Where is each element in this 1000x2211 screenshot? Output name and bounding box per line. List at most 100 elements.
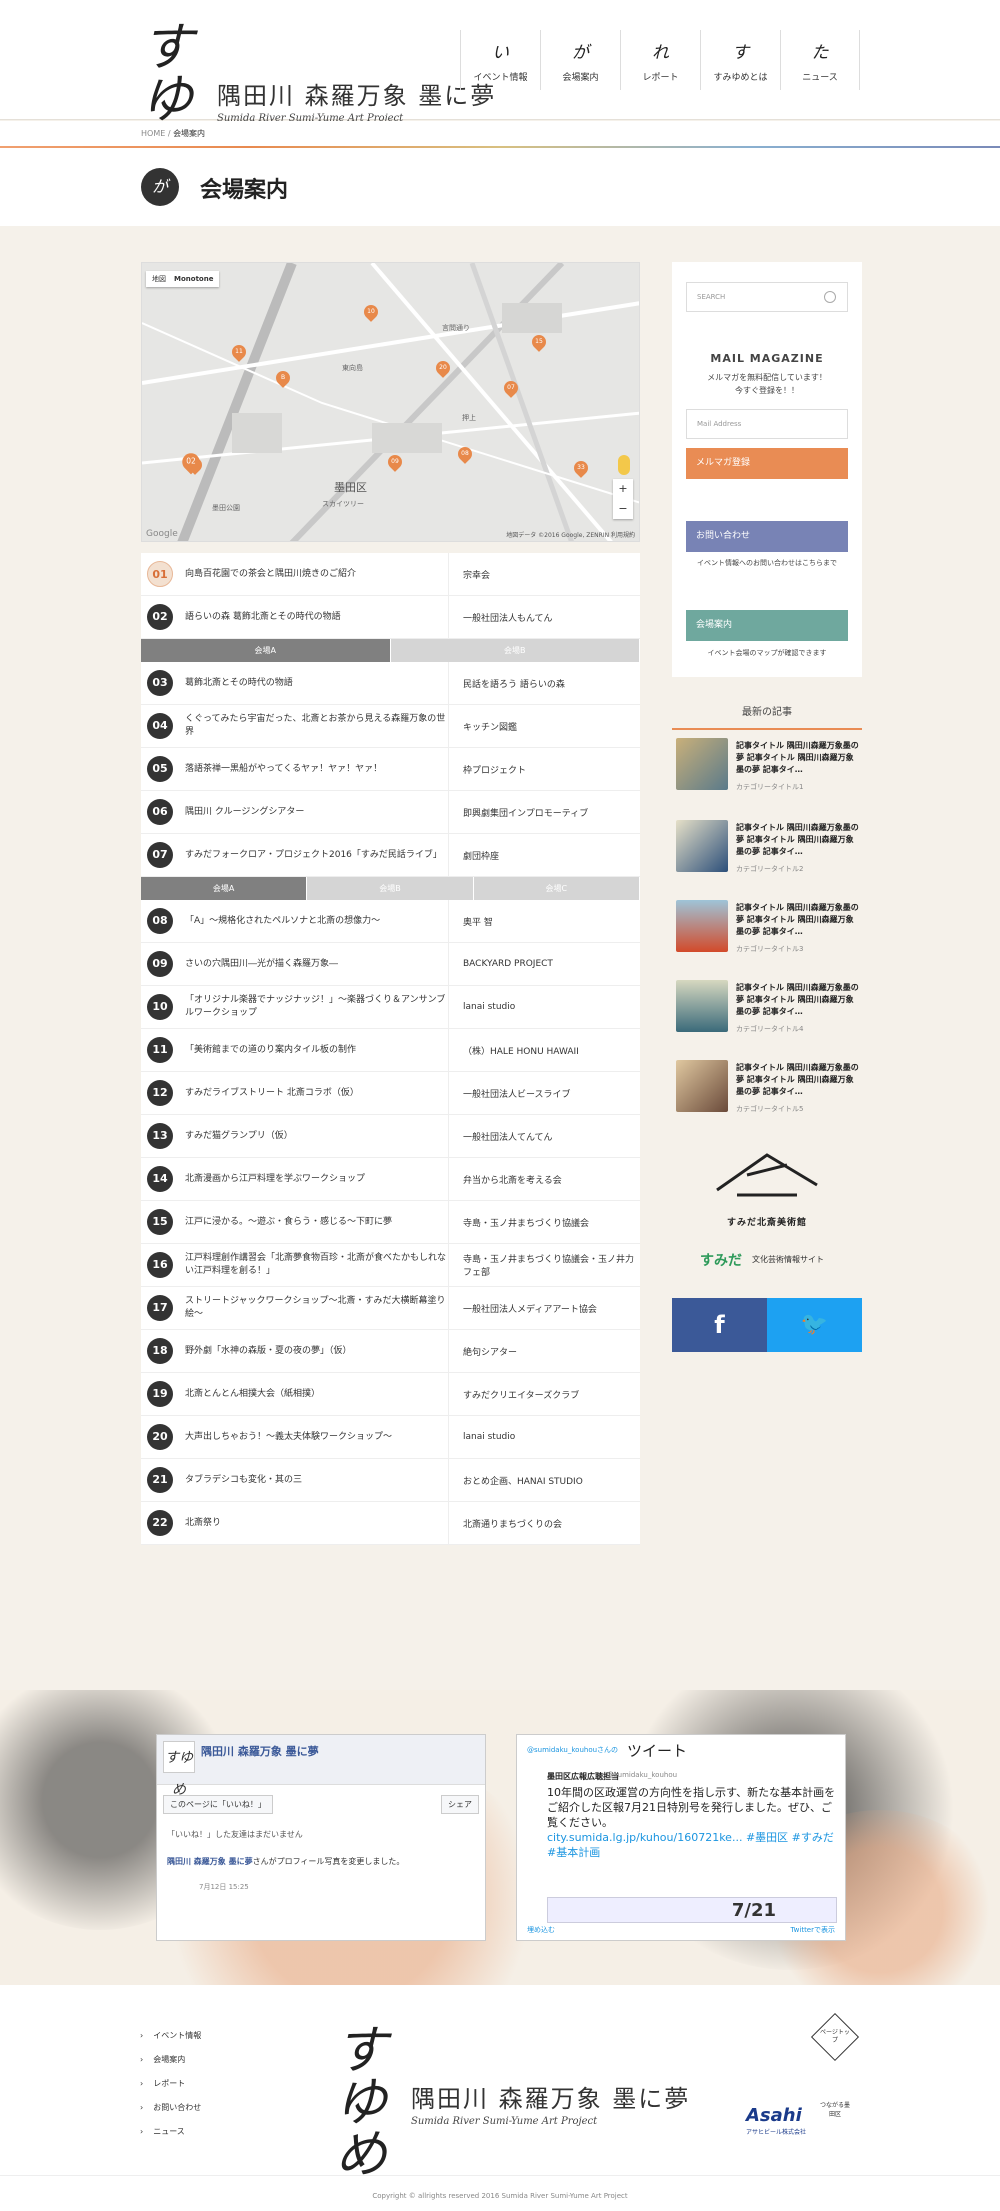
list-item[interactable]: 07 すみだフォークロア・プロジェクト2016「すみだ民話ライブ」 劇団枠座 bbox=[141, 833, 640, 877]
facebook-icon[interactable]: f bbox=[672, 1298, 767, 1352]
nav-item-report[interactable]: れレポート bbox=[620, 30, 700, 90]
pin-label: 07 bbox=[507, 384, 515, 391]
nav-item-about[interactable]: すすみゆめとは bbox=[700, 30, 780, 90]
footer-logo[interactable]: すゆめ 隅田川 森羅万象 墨に夢 Sumida River Sumi-Yume … bbox=[335, 2025, 690, 2181]
nav-item-events[interactable]: いイベント情報 bbox=[460, 30, 540, 90]
tweet-image[interactable]: 7/21 bbox=[547, 1897, 837, 1923]
map-area-label: 東向島 bbox=[342, 364, 363, 372]
list-item[interactable]: 03 葛飾北斎とその時代の物語 民話を語ろう 語らいの森 bbox=[141, 661, 640, 705]
list-item[interactable]: 19 北斎とんとん相撲大会（紙相撲） すみだクリエイターズクラブ bbox=[141, 1372, 640, 1416]
tw-widget-handle[interactable]: @sumidaku_kouhouさんの bbox=[527, 1745, 618, 1755]
street-view-icon[interactable] bbox=[618, 455, 630, 475]
search-icon[interactable] bbox=[824, 291, 836, 303]
map-type-label: 地図 bbox=[152, 275, 166, 283]
footer-link[interactable]: › レポート bbox=[140, 2078, 211, 2102]
footer-link[interactable]: › お問い合わせ bbox=[140, 2102, 211, 2126]
tweet-link[interactable]: city.sumida.lg.jp/kuhou/160721ke... bbox=[547, 1831, 742, 1844]
item-event: 北斎漫画から江戸料理を学ぶワークショップ bbox=[185, 1173, 366, 1184]
tab-venue-a[interactable]: 会場A bbox=[141, 639, 391, 662]
article-item[interactable]: 記事タイトル 隅田川森羅万象墨の夢 記事タイトル 隅田川森羅万象墨の夢 記事タイ… bbox=[676, 820, 862, 882]
fb-post-date[interactable]: 7月12日 15:25 bbox=[199, 1882, 249, 1892]
asahi-logo[interactable]: Asahi bbox=[746, 2105, 802, 2126]
map-type-control[interactable]: 地図 Monotone bbox=[146, 271, 220, 287]
list-item[interactable]: 05 落語茶禅一黒船がやってくるヤァ！ヤァ！ヤァ！ 枠プロジェクト bbox=[141, 747, 640, 791]
list-item[interactable]: 18 野外劇「水神の森版・夏の夜の夢」（仮） 絶句シアター bbox=[141, 1329, 640, 1373]
list-item[interactable]: 09 さいの穴隅田川―光が描く森羅万象― BACKYARD PROJECT bbox=[141, 942, 640, 986]
breadcrumb-current: 会場案内 bbox=[173, 129, 206, 138]
map-pin[interactable]: B bbox=[273, 368, 293, 388]
map-pin[interactable]: 09 bbox=[385, 452, 405, 472]
article-item[interactable]: 記事タイトル 隅田川森羅万象墨の夢 記事タイトル 隅田川森羅万象墨の夢 記事タイ… bbox=[676, 738, 862, 800]
list-item[interactable]: 15 江戸に浸かる。～遊ぶ・食らう・感じる～下町に夢 寺島・玉ノ井まちづくり協議会 bbox=[141, 1200, 640, 1244]
list-item[interactable]: 12 すみだライブストリート 北斎コラボ（仮） 一般社団法人ビースライブ bbox=[141, 1071, 640, 1115]
footer-link[interactable]: › イベント情報 bbox=[140, 2030, 211, 2054]
tw-author-handle[interactable]: @sumidaku_kouhou bbox=[607, 1771, 677, 1779]
fb-share-button[interactable]: シェア bbox=[441, 1795, 479, 1814]
tab-venue-c[interactable]: 会場C bbox=[473, 877, 640, 900]
list-item[interactable]: 17 ストリートジャックワークショップ～北斎・すみだ大横断幕塗り絵～ 一般社団法人メ… bbox=[141, 1286, 640, 1330]
list-item[interactable]: 06 隅田川 クルージングシアター 即興劇集団インプロモーティブ bbox=[141, 790, 640, 834]
venue-guide-button[interactable]: 会場案内 bbox=[686, 610, 848, 641]
twitter-icon[interactable]: 🐦 bbox=[767, 1298, 862, 1352]
facebook-widget[interactable]: すゆめ 隅田川 森羅万象 墨に夢 このページに「いいね！」 シェア 「いいね！」… bbox=[156, 1734, 486, 1941]
fb-post-author[interactable]: 隅田川 森羅万象 墨に夢 bbox=[167, 1857, 253, 1866]
nav-item-venues[interactable]: が会場案内 bbox=[540, 30, 620, 90]
map-ward-label: 墨田区 bbox=[334, 481, 367, 494]
list-item[interactable]: 20 大声出しちゃおう！～義太夫体験ワークショップ～ lanai studio bbox=[141, 1415, 640, 1459]
article-item[interactable]: 記事タイトル 隅田川森羅万象墨の夢 記事タイトル 隅田川森羅万象墨の夢 記事タイ… bbox=[676, 980, 862, 1042]
mail-register-button[interactable]: メルマガ登録 bbox=[686, 448, 848, 479]
list-item[interactable]: 10 「オリジナル楽器でナッジナッジ！」～楽器づくり＆アンサンブルワークショップ l… bbox=[141, 985, 640, 1029]
list-item[interactable]: 02 語らいの森 葛飾北斎とその時代の物語 一般社団法人もんてん bbox=[141, 595, 640, 639]
footer-link[interactable]: › ニュース bbox=[140, 2126, 211, 2150]
list-item[interactable]: 01 向島百花園での茶会と隅田川焼きのご紹介 宗幸会 bbox=[141, 552, 640, 596]
map-pin[interactable]: 08 bbox=[455, 444, 475, 464]
map-pin[interactable]: 11 bbox=[229, 342, 249, 362]
nav-item-news[interactable]: たニュース bbox=[780, 30, 860, 90]
article-thumbnail bbox=[676, 980, 728, 1032]
tab-venue-b[interactable]: 会場B bbox=[307, 877, 474, 900]
tab-venue-a[interactable]: 会場A bbox=[141, 877, 308, 900]
sumida-logo[interactable]: すみだ bbox=[700, 1250, 742, 1270]
venue-map[interactable]: 地図Monotone A B 02 11 10 20 07 15 09 08 3… bbox=[141, 262, 640, 542]
email-field[interactable]: Mail Address bbox=[686, 409, 848, 439]
breadcrumb-home[interactable]: HOME bbox=[141, 129, 165, 138]
zoom-in-icon[interactable]: + bbox=[613, 479, 633, 499]
map-pin[interactable]: 02 bbox=[178, 449, 204, 475]
tw-embed-link[interactable]: 埋め込む bbox=[527, 1925, 555, 1935]
list-item[interactable]: 08 「A」～規格化されたペルソナと北斎の想像力～ 奥平 智 bbox=[141, 899, 640, 943]
list-item[interactable]: 13 すみだ猫グランプリ（仮） 一般社団法人てんてん bbox=[141, 1114, 640, 1158]
article-item[interactable]: 記事タイトル 隅田川森羅万象墨の夢 記事タイトル 隅田川森羅万象墨の夢 記事タイ… bbox=[676, 900, 862, 962]
footer-link[interactable]: › 会場案内 bbox=[140, 2054, 211, 2078]
twitter-widget[interactable]: @sumidaku_kouhouさんの ツイート 墨田区広報広聴担当 @sumi… bbox=[516, 1734, 846, 1941]
tw-view-link[interactable]: Twitterで表示 bbox=[791, 1925, 835, 1935]
zoom-out-icon[interactable]: − bbox=[613, 499, 633, 519]
tab-venue-b[interactable]: 会場B bbox=[390, 639, 640, 662]
fb-page-name[interactable]: 隅田川 森羅万象 墨に夢 bbox=[201, 1743, 319, 1759]
fb-like-button[interactable]: このページに「いいね！」 bbox=[163, 1795, 273, 1814]
venue-tabs: 会場A 会場B bbox=[141, 639, 640, 662]
page-top-label: ページトップ bbox=[820, 2029, 850, 2044]
map-pin[interactable]: 20 bbox=[433, 358, 453, 378]
list-item[interactable]: 11 「美術館までの道のり案内タイル板の制作 （株）HALE HONU HAWAII bbox=[141, 1028, 640, 1072]
contact-button[interactable]: お問い合わせ bbox=[686, 521, 848, 552]
list-item[interactable]: 04 くぐってみたら宇宙だった、北斎とお茶から見える森羅万象の世界 キッチン図鑑 bbox=[141, 704, 640, 748]
map-credit[interactable]: 地図データ ©2016 Google, ZENRIN 利用規約 bbox=[506, 530, 635, 539]
hokusai-museum-banner[interactable]: すみだ北斎美術館 bbox=[672, 1145, 862, 1228]
article-category: カテゴリータイトル5 bbox=[736, 1105, 804, 1113]
map-pin[interactable]: 15 bbox=[529, 332, 549, 352]
list-item[interactable]: 16 江戸料理創作講習会「北斎夢食物百珍・北斎が食べたかもしれない江戸料理を創る！… bbox=[141, 1243, 640, 1287]
map-pin[interactable]: 07 bbox=[501, 378, 521, 398]
sumida-ward-logo[interactable]: つながる墨田区 bbox=[820, 2100, 850, 2118]
article-item[interactable]: 記事タイトル 隅田川森羅万象墨の夢 記事タイトル 隅田川森羅万象墨の夢 記事タイ… bbox=[676, 1060, 862, 1122]
list-item[interactable]: 22 北斎祭り 北斎通りまちづくりの会 bbox=[141, 1501, 640, 1545]
item-number: 19 bbox=[147, 1381, 173, 1407]
list-item[interactable]: 21 タブラデシコも変化・其の三 おとめ企画、HANAI STUDIO bbox=[141, 1458, 640, 1502]
item-number: 10 bbox=[147, 994, 173, 1020]
list-item[interactable]: 14 北斎漫画から江戸料理を学ぶワークショップ 弁当から北斎を考える会 bbox=[141, 1157, 640, 1201]
map-pin[interactable]: 10 bbox=[361, 302, 381, 322]
page-top-button[interactable]: ページトップ bbox=[810, 2012, 860, 2062]
footer-divider bbox=[0, 2175, 1000, 2176]
map-pin[interactable]: 33 bbox=[571, 458, 591, 478]
map-zoom-control[interactable]: + − bbox=[613, 479, 633, 519]
sumida-subtitle: 文化芸術情報サイト bbox=[752, 1255, 824, 1264]
